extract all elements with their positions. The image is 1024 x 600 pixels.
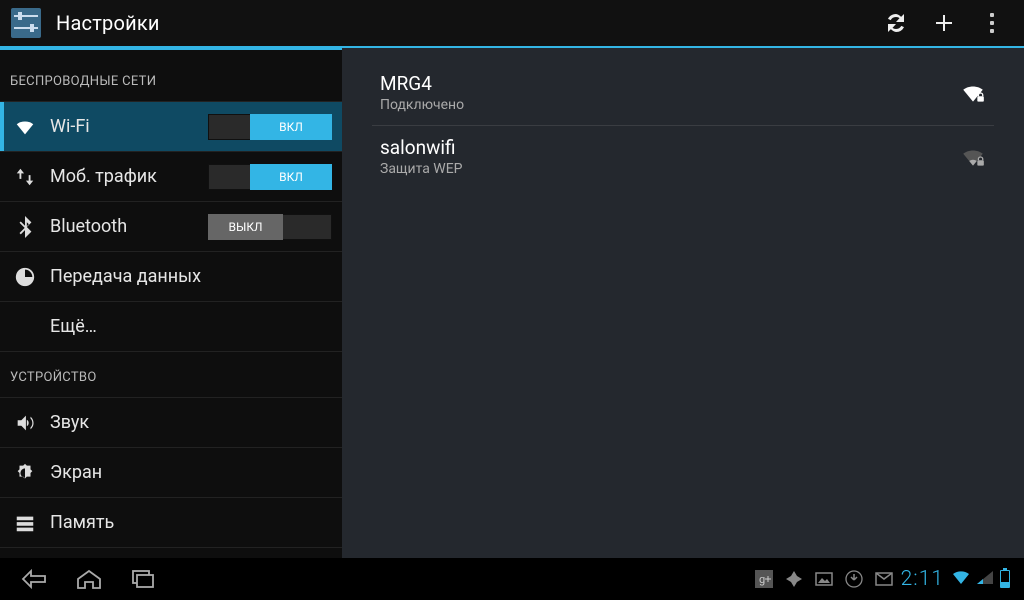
- sidebar-item-wifi[interactable]: Wi-Fi ВКЛ: [0, 102, 342, 152]
- android-settings-screen: Настройки БЕСПРОВОДНЫЕ СЕТИ Wi-Fi: [0, 0, 1024, 600]
- sidebar-item-sound[interactable]: Звук: [0, 398, 342, 448]
- nav-recents-button[interactable]: [116, 558, 170, 600]
- wps-button[interactable]: [872, 0, 920, 47]
- wifi-signal-strong-secure-icon: [960, 80, 986, 106]
- network-ssid: salonwifi: [380, 136, 960, 159]
- mobile-data-arrows-icon: [12, 164, 38, 190]
- sidebar-item-bluetooth[interactable]: Bluetooth ВЫКЛ: [0, 202, 342, 252]
- google-plus-icon: g: [755, 570, 773, 588]
- sidebar-item-label: Ещё…: [50, 316, 332, 337]
- photos-sync-icon: [785, 570, 803, 588]
- sidebar-item-label: Wi-Fi: [50, 116, 208, 137]
- bluetooth-toggle[interactable]: ВЫКЛ: [208, 214, 332, 240]
- sidebar-item-display[interactable]: Экран: [0, 448, 342, 498]
- sound-icon: [12, 410, 38, 436]
- overflow-menu-button[interactable]: [968, 0, 1016, 47]
- network-item-connected[interactable]: MRG4 Подключено: [372, 62, 994, 126]
- bluetooth-icon: [12, 214, 38, 240]
- network-status: Защита WEP: [380, 161, 960, 177]
- network-item[interactable]: salonwifi Защита WEP: [372, 126, 994, 189]
- toggle-on-label: ВКЛ: [250, 164, 332, 190]
- overflow-icon: [990, 13, 994, 33]
- add-network-button[interactable]: [920, 0, 968, 47]
- sidebar-item-label: Передача данных: [50, 266, 332, 287]
- settings-app-icon: [8, 5, 44, 41]
- download-icon: [845, 570, 863, 588]
- section-header-device: УСТРОЙСТВО: [0, 352, 342, 398]
- wifi-status-icon: [952, 570, 970, 589]
- wifi-toggle[interactable]: ВКЛ: [208, 114, 332, 140]
- toggle-on-label: ВКЛ: [250, 114, 332, 140]
- action-bar-title: Настройки: [56, 11, 160, 35]
- nav-back-button[interactable]: [8, 558, 62, 600]
- svg-text:g: g: [759, 573, 765, 586]
- battery-icon: [1000, 570, 1010, 588]
- sidebar-item-label: Экран: [50, 462, 332, 483]
- sidebar-item-label: Звук: [50, 412, 332, 433]
- action-bar: Настройки: [0, 0, 1024, 48]
- storage-icon: [12, 510, 38, 536]
- section-header-wireless: БЕСПРОВОДНЫЕ СЕТИ: [0, 56, 342, 102]
- mobile-data-toggle[interactable]: ВКЛ: [208, 164, 332, 190]
- wifi-icon: [12, 114, 38, 140]
- settings-sidebar: БЕСПРОВОДНЫЕ СЕТИ Wi-Fi ВКЛ Моб. т: [0, 48, 342, 558]
- system-nav-bar: g 2:11: [0, 558, 1024, 600]
- sidebar-item-storage[interactable]: Память: [0, 498, 342, 548]
- sidebar-item-label: Память: [50, 512, 332, 533]
- gmail-icon: [875, 570, 893, 588]
- wifi-network-list: MRG4 Подключено salonwifi Защита WEP: [342, 48, 1024, 558]
- wifi-signal-weak-secure-icon: [960, 144, 986, 170]
- sidebar-item-label: Моб. трафик: [50, 166, 208, 187]
- gallery-icon: [815, 570, 833, 588]
- notification-icons[interactable]: g: [755, 570, 893, 588]
- sidebar-item-data-usage[interactable]: Передача данных: [0, 252, 342, 302]
- status-indicators[interactable]: [952, 570, 1010, 589]
- network-status: Подключено: [380, 97, 960, 113]
- display-brightness-icon: [12, 460, 38, 486]
- toggle-off-label: ВЫКЛ: [208, 214, 283, 240]
- cell-signal-icon: [976, 570, 994, 589]
- sidebar-item-label: Bluetooth: [50, 216, 208, 237]
- status-clock[interactable]: 2:11: [901, 567, 944, 591]
- network-ssid: MRG4: [380, 72, 960, 95]
- data-usage-icon: [12, 264, 38, 290]
- sidebar-item-more[interactable]: Ещё…: [0, 302, 342, 352]
- nav-home-button[interactable]: [62, 558, 116, 600]
- sidebar-item-mobile-data[interactable]: Моб. трафик ВКЛ: [0, 152, 342, 202]
